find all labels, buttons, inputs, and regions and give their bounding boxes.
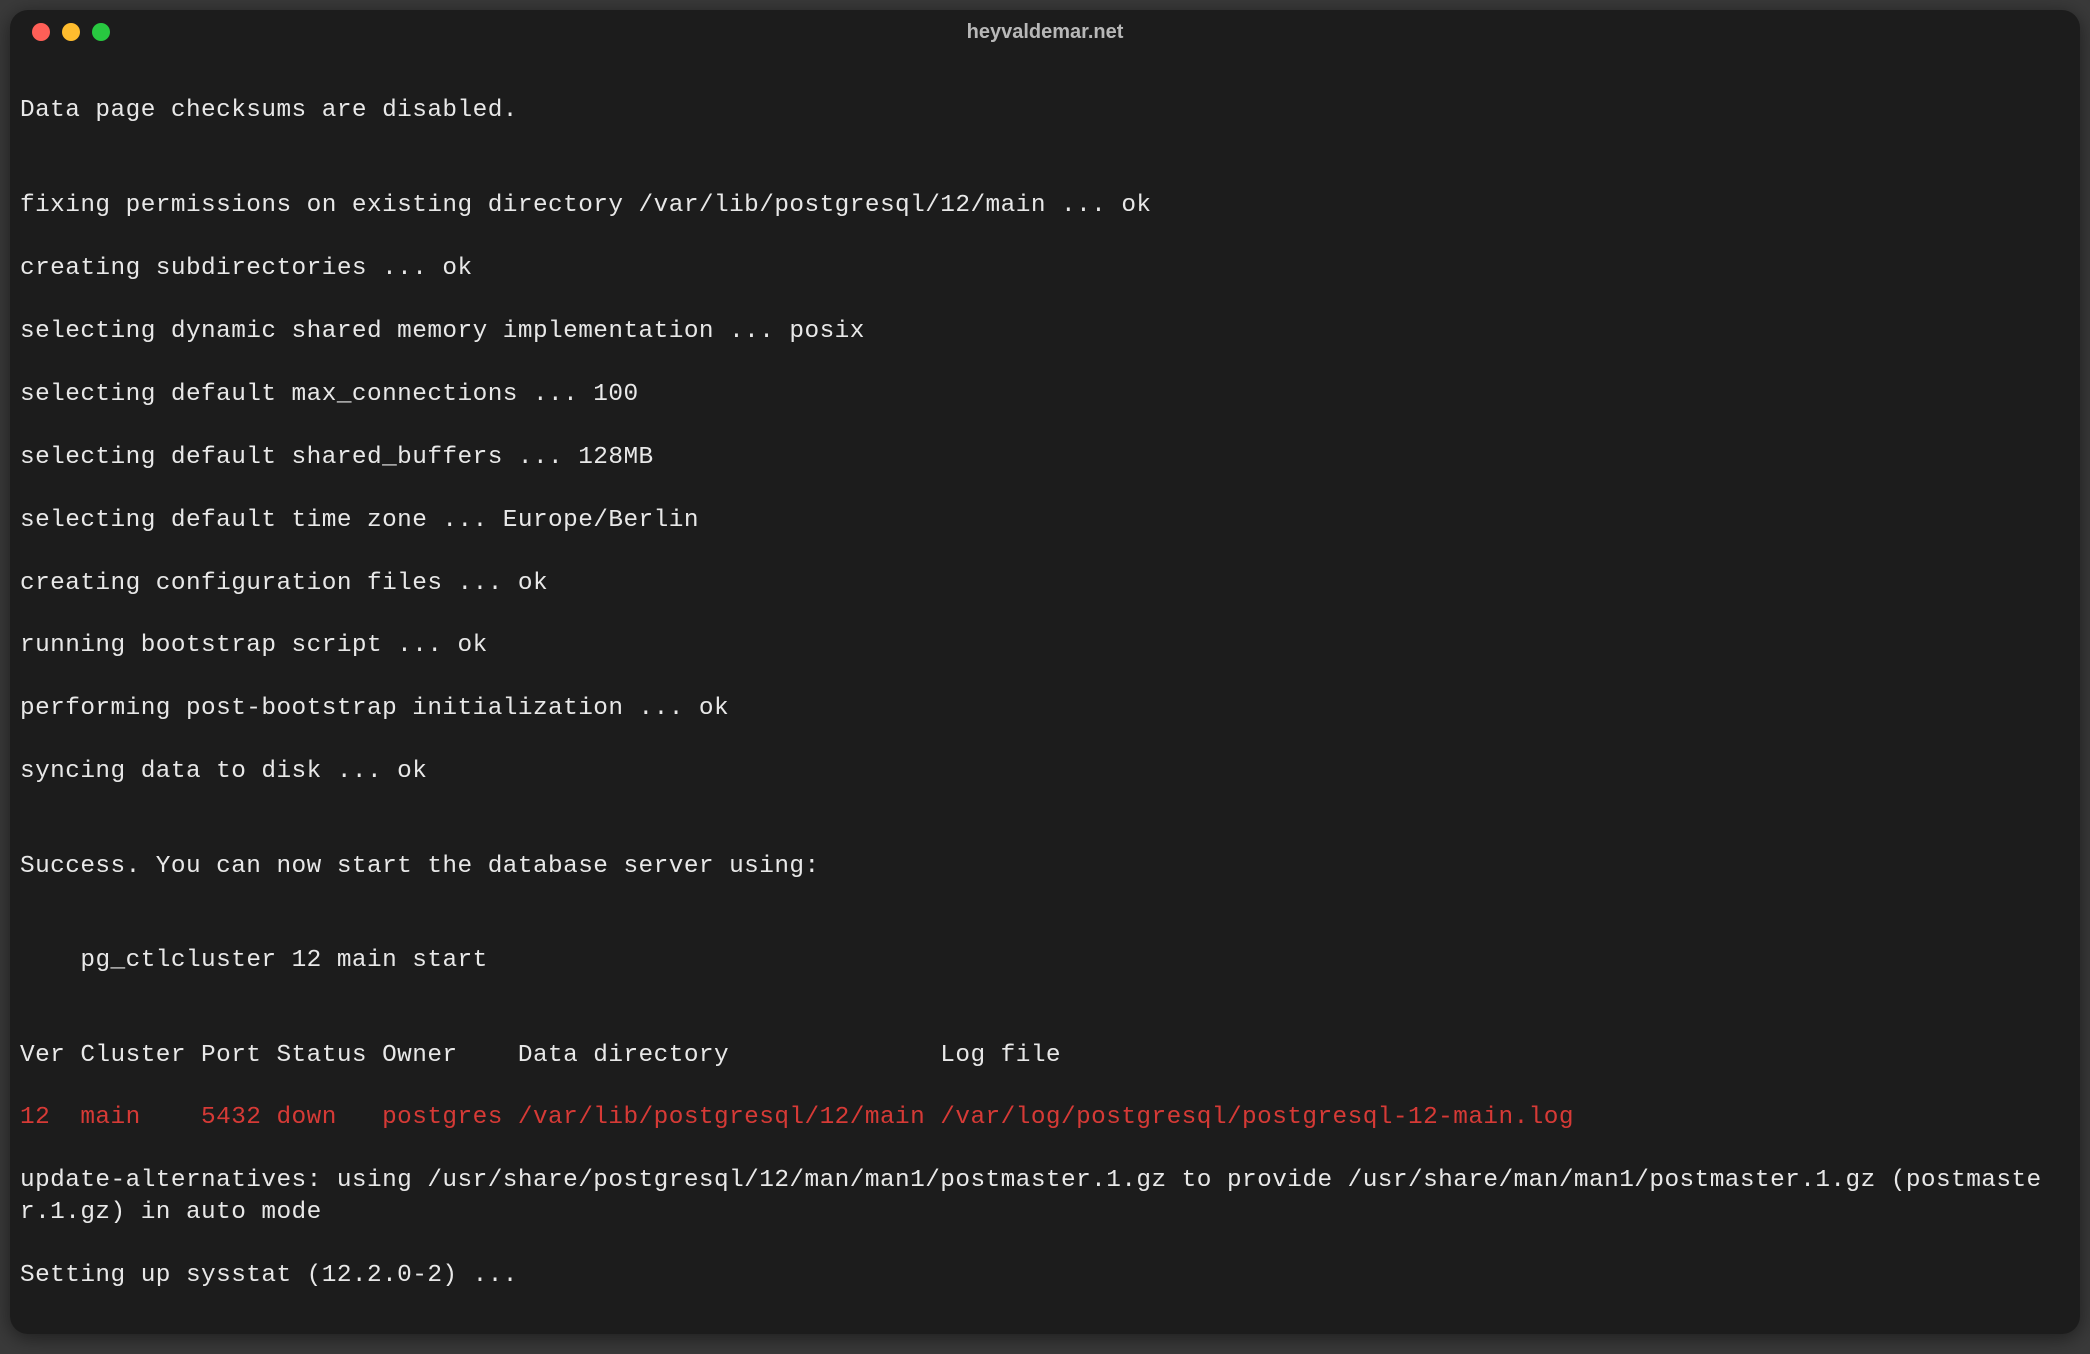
titlebar: heyvaldemar.net [10, 10, 2080, 54]
output-line: selecting default max_connections ... 10… [20, 379, 2070, 410]
output-line: performing post-bootstrap initialization… [20, 693, 2070, 724]
traffic-lights [10, 23, 110, 41]
output-line: pg_ctlcluster 12 main start [20, 945, 2070, 976]
output-line: Data page checksums are disabled. [20, 95, 2070, 126]
output-line: Ver Cluster Port Status Owner Data direc… [20, 1040, 2070, 1071]
output-line: Setting up sysstat (12.2.0-2) ... [20, 1260, 2070, 1291]
maximize-icon[interactable] [92, 23, 110, 41]
output-line: selecting default shared_buffers ... 128… [20, 442, 2070, 473]
output-line: creating subdirectories ... ok [20, 253, 2070, 284]
close-icon[interactable] [32, 23, 50, 41]
output-line: selecting dynamic shared memory implemen… [20, 316, 2070, 347]
output-line: syncing data to disk ... ok [20, 756, 2070, 787]
window-title: heyvaldemar.net [10, 21, 2080, 44]
output-line: Success. You can now start the database … [20, 851, 2070, 882]
output-line: fixing permissions on existing directory… [20, 190, 2070, 221]
output-line: update-alternatives: using /usr/share/po… [20, 1165, 2070, 1228]
terminal-window: heyvaldemar.net Data page checksums are … [10, 10, 2080, 1334]
minimize-icon[interactable] [62, 23, 80, 41]
output-line: creating configuration files ... ok [20, 568, 2070, 599]
output-line: running bootstrap script ... ok [20, 630, 2070, 661]
output-line: selecting default time zone ... Europe/B… [20, 505, 2070, 536]
terminal-body[interactable]: Data page checksums are disabled. fixing… [10, 54, 2080, 1334]
output-line-error: 12 main 5432 down postgres /var/lib/post… [20, 1102, 2070, 1133]
